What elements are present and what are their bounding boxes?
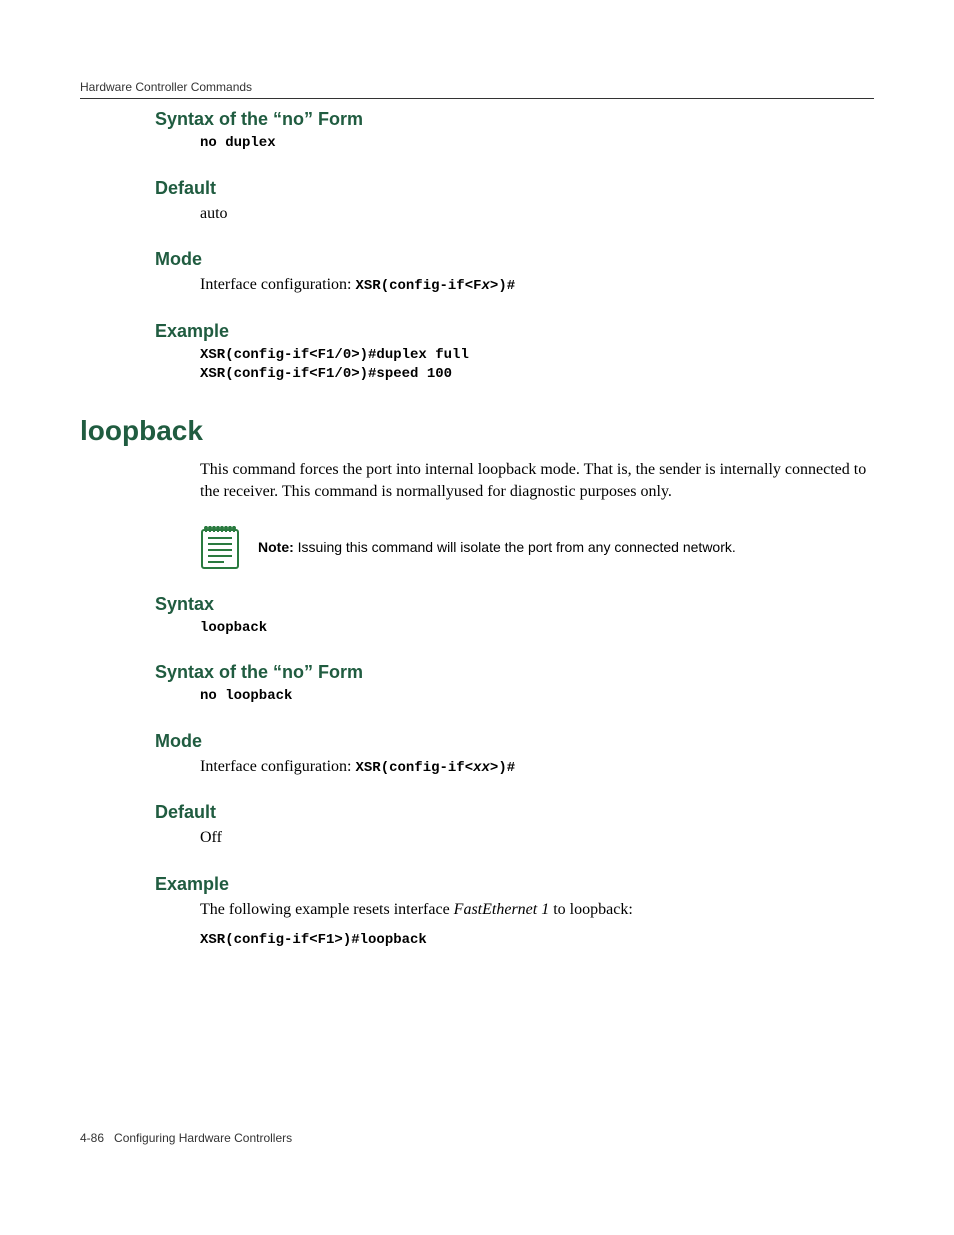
code-example-1: XSR(config-if<F1/0>)#duplex full XSR(con… <box>200 346 874 385</box>
notepad-icon <box>200 524 240 570</box>
heading-mode-2: Mode <box>155 731 874 752</box>
text-default-2: Off <box>200 827 874 849</box>
paragraph-loopback: This command forces the port into intern… <box>200 459 874 504</box>
heading-default-1: Default <box>155 178 874 199</box>
page-number: 4-86 <box>80 1131 104 1145</box>
code-loopback: loopback <box>200 619 874 639</box>
mode-body-pre-1: Interface configuration: <box>200 276 355 293</box>
mode-code-b-1: x <box>482 278 490 294</box>
example-body-ital: FastEthernet 1 <box>454 901 550 918</box>
heading-loopback: loopback <box>80 415 874 447</box>
mode-code-a-1: XSR(config-if<F <box>355 278 481 294</box>
code-no-loopback: no loopback <box>200 687 874 707</box>
code-no-duplex: no duplex <box>200 134 874 154</box>
heading-syntax-no-form-1: Syntax of the “no” Form <box>155 109 874 130</box>
heading-syntax: Syntax <box>155 594 874 615</box>
heading-syntax-no-form-2: Syntax of the “no” Form <box>155 662 874 683</box>
heading-example-2: Example <box>155 874 874 895</box>
footer-title: Configuring Hardware Controllers <box>114 1131 292 1145</box>
running-head: Hardware Controller Commands <box>80 80 874 99</box>
note-body: Issuing this command will isolate the po… <box>294 539 736 555</box>
heading-example-1: Example <box>155 321 874 342</box>
mode-code-c-1: >)# <box>490 278 515 294</box>
text-default-1: auto <box>200 203 874 225</box>
mode-body-pre-2: Interface configuration: <box>200 758 355 775</box>
code-example-2: XSR(config-if<F1>)#loopback <box>200 931 874 951</box>
note-label: Note: <box>258 539 294 555</box>
note-text: Note: Issuing this command will isolate … <box>258 539 736 555</box>
heading-mode-1: Mode <box>155 249 874 270</box>
text-mode-1: Interface configuration: XSR(config-if<F… <box>200 274 874 297</box>
heading-default-2: Default <box>155 802 874 823</box>
page-footer: 4-86 Configuring Hardware Controllers <box>80 1131 292 1145</box>
mode-code-c-2: >)# <box>490 760 515 776</box>
example-body-pre: The following example resets interface <box>200 901 454 918</box>
text-example-2: The following example resets interface F… <box>200 899 874 921</box>
document-page: Hardware Controller Commands Syntax of t… <box>0 0 954 1235</box>
mode-code-a-2: XSR(config-if< <box>355 760 473 776</box>
text-mode-2: Interface configuration: XSR(config-if<x… <box>200 756 874 779</box>
mode-code-b-2: xx <box>473 760 490 776</box>
example-body-post: to loopback: <box>549 901 633 918</box>
note-block: Note: Issuing this command will isolate … <box>200 524 874 570</box>
